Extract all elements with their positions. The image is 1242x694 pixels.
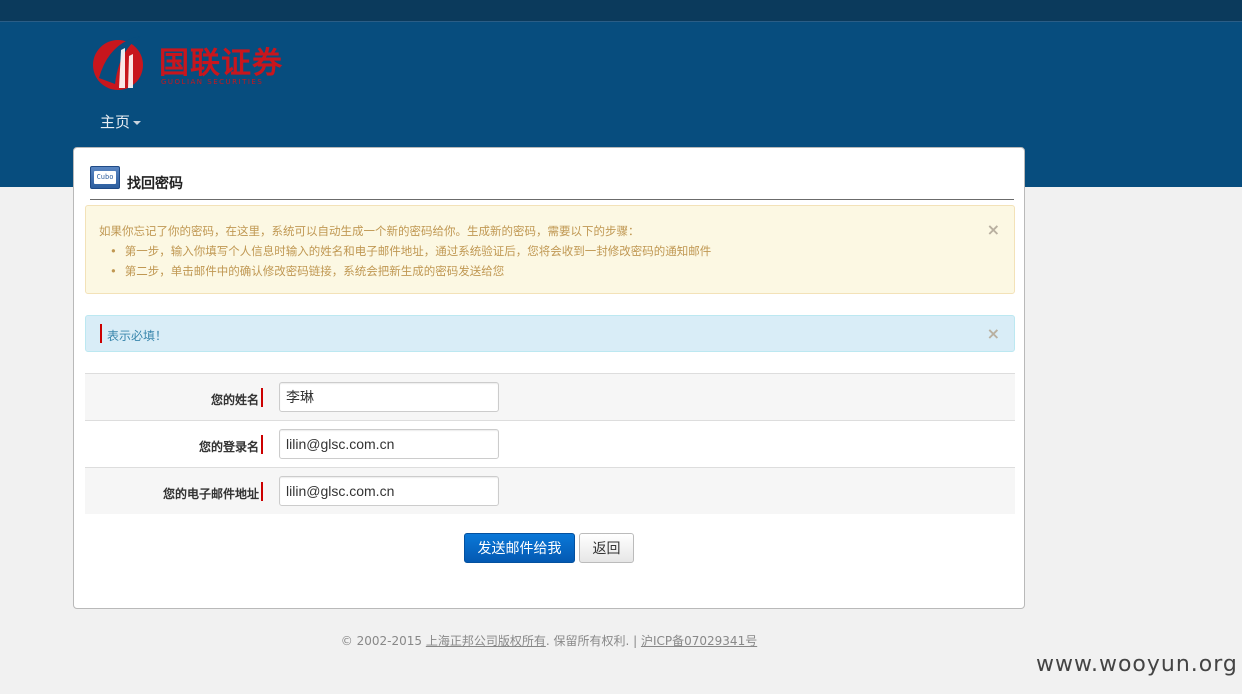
- name-label: 您的姓名: [210, 393, 259, 407]
- instructions-steps: 第一步，输入你填写个人信息时输入的姓名和电子邮件地址，通过系统验证后，您将会收到…: [110, 243, 712, 283]
- logo-text: 国联证券: [159, 46, 283, 81]
- form-row-login: 您的登录名: [85, 420, 1015, 467]
- required-marker: [100, 324, 102, 343]
- page-title: 找回密码: [127, 176, 183, 192]
- logo-mark-icon: [93, 36, 143, 90]
- company-link[interactable]: 上海正邦公司版权所有: [426, 634, 546, 648]
- email-label: 您的电子邮件地址: [162, 487, 259, 501]
- send-email-button[interactable]: 发送邮件给我: [464, 533, 575, 563]
- nav-home-menu[interactable]: 主页: [100, 111, 142, 132]
- required-notice-alert: 表示必填！ ×: [85, 315, 1015, 352]
- logo-subtext: GUOLIAN SECURITIES: [161, 78, 264, 86]
- close-icon[interactable]: ×: [987, 222, 1000, 238]
- email-input[interactable]: [279, 476, 499, 506]
- instruction-step: 第二步，单击邮件中的确认修改密码链接，系统会把新生成的密码发送给您: [110, 263, 711, 283]
- card-title-bar: Cubo 找回密码: [90, 166, 1014, 200]
- name-input[interactable]: [279, 382, 499, 412]
- footer: © 2002-2015 上海正邦公司版权所有. 保留所有权利. | 沪ICP备0…: [0, 632, 1098, 649]
- required-marker: [261, 482, 263, 501]
- back-button[interactable]: 返回: [579, 533, 634, 563]
- top-bar: [0, 0, 1242, 22]
- icp-link[interactable]: 沪ICP备07029341号: [641, 634, 757, 648]
- instructions-alert: 如果你忘记了你的密码，在这里，系统可以自动生成一个新的密码给你。生成新的密码，需…: [85, 205, 1015, 294]
- footer-rights: . 保留所有权利. |: [545, 634, 641, 648]
- required-notice-text: 表示必填！: [107, 329, 168, 343]
- login-label: 您的登录名: [198, 440, 259, 454]
- logo[interactable]: 国联证券 GUOLIAN SECURITIES: [89, 34, 311, 92]
- form-row-name: 您的姓名: [85, 373, 1015, 420]
- watermark: www.wooyun.org: [1036, 652, 1238, 677]
- footer-copyright: © 2002-2015: [340, 634, 426, 648]
- instructions-intro: 如果你忘记了你的密码，在这里，系统可以自动生成一个新的密码给你。生成新的密码，需…: [99, 224, 640, 238]
- required-marker: [261, 388, 263, 407]
- form-row-email: 您的电子邮件地址: [85, 467, 1015, 514]
- form-icon-text: Cubo: [94, 171, 116, 184]
- required-marker: [261, 435, 263, 454]
- password-recovery-card: Cubo 找回密码 如果你忘记了你的密码，在这里，系统可以自动生成一个新的密码给…: [73, 147, 1025, 609]
- caret-down-icon: [133, 120, 142, 125]
- instruction-step: 第一步，输入你填写个人信息时输入的姓名和电子邮件地址，通过系统验证后，您将会收到…: [110, 243, 712, 263]
- close-icon[interactable]: ×: [987, 326, 1000, 342]
- form-icon: Cubo: [90, 166, 120, 189]
- nav-home-label: 主页: [100, 113, 131, 131]
- login-input[interactable]: [279, 429, 499, 459]
